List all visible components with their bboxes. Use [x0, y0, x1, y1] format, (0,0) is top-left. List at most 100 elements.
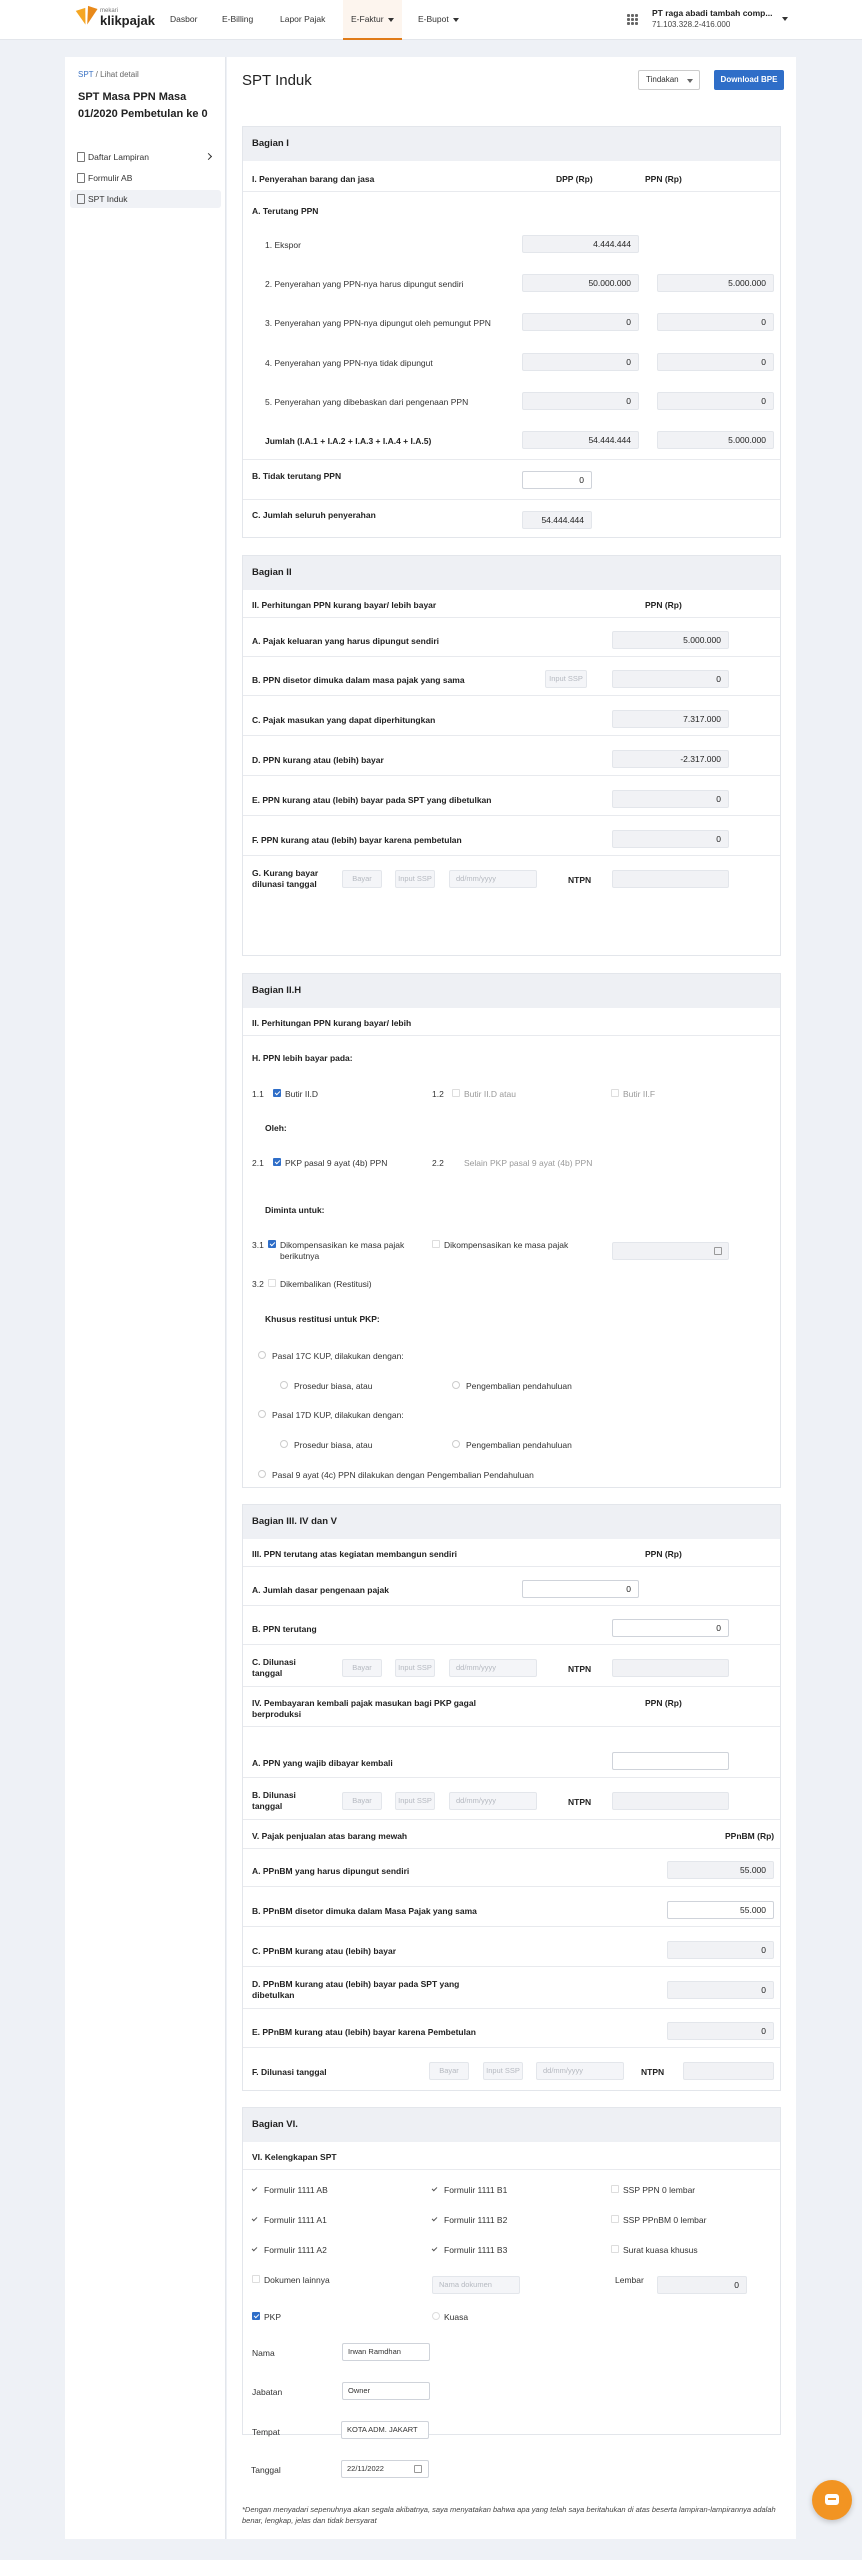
pengembalian-radio-1[interactable]	[452, 1381, 460, 1389]
lembar-input[interactable]: 0	[657, 2276, 747, 2294]
row-label: A. PPN yang wajib dibayar kembali	[252, 1758, 393, 1768]
dasar-pengenaan-input[interactable]: 0	[522, 1580, 639, 1598]
ppn-field[interactable]: 0	[657, 392, 774, 410]
radio-label: Pengembalian pendahuluan	[466, 1381, 572, 1391]
section-bagian-ii-h: Bagian II.H II. Perhitungan PPN kurang b…	[242, 973, 781, 1488]
input-ssp-button[interactable]: Input SSP	[483, 2062, 523, 2080]
nav-e-billing[interactable]: E-Billing	[222, 0, 253, 40]
company-chevron-icon[interactable]	[782, 17, 788, 21]
checkbox-label: PKP pasal 9 ayat (4b) PPN	[285, 1158, 388, 1168]
column-label: I. Penyerahan barang dan jasa	[252, 174, 375, 184]
prosedur-biasa-radio-2[interactable]	[280, 1440, 288, 1448]
dpp-field[interactable]: 0	[522, 353, 639, 371]
klikpajak-logo[interactable]: mekari klikpajak	[78, 7, 155, 27]
date-input[interactable]: dd/mm/yyyy	[449, 1792, 537, 1810]
sidebar-item-daftar-lampiran[interactable]: Daftar Lampiran	[70, 148, 221, 166]
ekspor-dpp-field[interactable]: 4.444.444	[522, 235, 639, 253]
date-input[interactable]: dd/mm/yyyy	[536, 2062, 624, 2080]
pasal-17c-radio[interactable]	[258, 1351, 266, 1359]
restitusi-checkbox[interactable]	[268, 1279, 276, 1287]
tempat-input[interactable]: KOTA ADM. JAKART	[341, 2421, 429, 2439]
pkp-checkbox[interactable]	[252, 2312, 260, 2320]
nav-dasbor[interactable]: Dasbor	[170, 0, 197, 40]
ppn-field[interactable]: 5.000.000	[657, 274, 774, 292]
radio-label: Pasal 9 ayat (4c) PPN dilakukan dengan P…	[272, 1470, 534, 1480]
pasal-17d-radio[interactable]	[258, 1410, 266, 1418]
jabatan-input[interactable]: Owner	[342, 2382, 430, 2400]
butir-iid-atau-checkbox[interactable]	[452, 1089, 460, 1097]
chevron-right-icon	[204, 152, 213, 161]
column-ppn: PPN (Rp)	[645, 174, 682, 184]
nav-e-bupot[interactable]: E-Bupot	[418, 0, 459, 40]
jumlah-label: Jumlah (I.A.1 + I.A.2 + I.A.3 + I.A.4 + …	[265, 436, 432, 446]
input-ssp-button[interactable]: Input SSP	[395, 1792, 435, 1810]
bayar-button[interactable]: Bayar	[342, 1659, 382, 1677]
ntpn-label: NTPN	[568, 1664, 592, 1674]
tindakan-dropdown[interactable]: Tindakan	[638, 70, 700, 90]
calendar-icon	[414, 2465, 422, 2473]
document-icon	[77, 152, 85, 162]
nav-e-faktur[interactable]: E-Faktur	[343, 0, 402, 40]
sidebar-item-spt-induk[interactable]: SPT Induk	[70, 190, 221, 208]
date-input[interactable]: dd/mm/yyyy	[449, 870, 537, 888]
tanggal-input[interactable]: 22/11/2022	[341, 2460, 429, 2478]
input-ssp-button[interactable]: Input SSP	[545, 670, 587, 688]
surat-kuasa-checkbox[interactable]	[611, 2245, 619, 2253]
masa-pajak-date-input[interactable]	[612, 1242, 729, 1260]
row-number: 3.1	[252, 1240, 264, 1250]
row-number: 1.1	[252, 1089, 264, 1099]
ppn-dibayar-kembali-input[interactable]	[612, 1752, 729, 1770]
apps-grid-icon[interactable]	[627, 14, 638, 25]
kuasa-radio[interactable]	[432, 2312, 440, 2320]
nama-input[interactable]: Irwan Ramdhan	[342, 2343, 430, 2361]
checkbox-label: Dikompensasikan ke masa pajak berikutnya	[280, 1240, 405, 1262]
dpp-field[interactable]: 0	[522, 392, 639, 410]
sidebar-item-formulir-ab[interactable]: Formulir AB	[70, 169, 221, 187]
checkbox-label: Dikembalikan (Restitusi)	[280, 1279, 372, 1289]
pkp-9-4b-checkbox[interactable]	[273, 1158, 281, 1166]
row-label: A. PPnBM yang harus dipungut sendiri	[252, 1866, 410, 1876]
chat-support-button[interactable]	[812, 2480, 852, 2520]
breadcrumb-spt-link[interactable]: SPT	[78, 70, 93, 79]
ppn-field[interactable]: 0	[657, 353, 774, 371]
pengembalian-radio-2[interactable]	[452, 1440, 460, 1448]
chevron-down-icon	[387, 17, 394, 22]
checkbox-label: Butir II.D	[285, 1089, 319, 1099]
dpp-field[interactable]: 50.000.000	[522, 274, 639, 292]
dpp-field[interactable]: 0	[522, 313, 639, 331]
ppnbm-disetor-input[interactable]: 55.000	[667, 1901, 774, 1919]
main-content: SPT Induk Tindakan Download BPE Bagian I…	[227, 57, 796, 2539]
kompensasi-berikut-checkbox[interactable]	[268, 1240, 276, 1248]
prosedur-biasa-radio-1[interactable]	[280, 1381, 288, 1389]
company-selector[interactable]: PT raga abadi tambah comp... 71.103.328.…	[652, 8, 772, 31]
ntpn-field[interactable]	[612, 870, 729, 888]
bayar-button[interactable]: Bayar	[429, 2062, 469, 2080]
butir-iid-checkbox[interactable]	[273, 1089, 281, 1097]
nama-dokumen-input[interactable]: Nama dokumen	[432, 2276, 520, 2294]
ssp-ppn-checkbox[interactable]	[611, 2185, 619, 2193]
tidak-terutang-input[interactable]: 0	[522, 471, 592, 489]
ntpn-field[interactable]	[612, 1659, 729, 1677]
ntpn-field[interactable]	[612, 1792, 729, 1810]
ssp-ppnbm-checkbox[interactable]	[611, 2215, 619, 2223]
section-subtitle: V. Pajak penjualan atas barang mewah	[252, 1831, 408, 1841]
row-label: F. PPN kurang atau (lebih) bayar karena …	[252, 835, 462, 845]
input-ssp-button[interactable]: Input SSP	[395, 870, 435, 888]
tidak-terutang-label: B. Tidak terutang PPN	[252, 471, 342, 481]
ppn-field[interactable]: 0	[657, 313, 774, 331]
input-ssp-button[interactable]: Input SSP	[395, 1659, 435, 1677]
bayar-button[interactable]: Bayar	[342, 870, 382, 888]
ppn-terutang-input[interactable]: 0	[612, 1619, 729, 1637]
download-bpe-button[interactable]: Download BPE	[714, 70, 784, 90]
bayar-button[interactable]: Bayar	[342, 1792, 382, 1810]
checkbox-label: Dikompensasikan ke masa pajak	[444, 1240, 569, 1250]
date-input[interactable]: dd/mm/yyyy	[449, 1659, 537, 1677]
dokumen-lainnya-checkbox[interactable]	[252, 2275, 260, 2283]
nav-lapor-pajak[interactable]: Lapor Pajak	[280, 0, 325, 40]
jumlah-dpp-field: 54.444.444	[522, 431, 639, 449]
pasal-9-4c-radio[interactable]	[258, 1470, 266, 1478]
butir-iif-checkbox[interactable]	[611, 1089, 619, 1097]
ntpn-field[interactable]	[683, 2062, 774, 2080]
tempat-label: Tempat	[252, 2427, 280, 2437]
kompensasi-ke-checkbox[interactable]	[432, 1240, 440, 1248]
